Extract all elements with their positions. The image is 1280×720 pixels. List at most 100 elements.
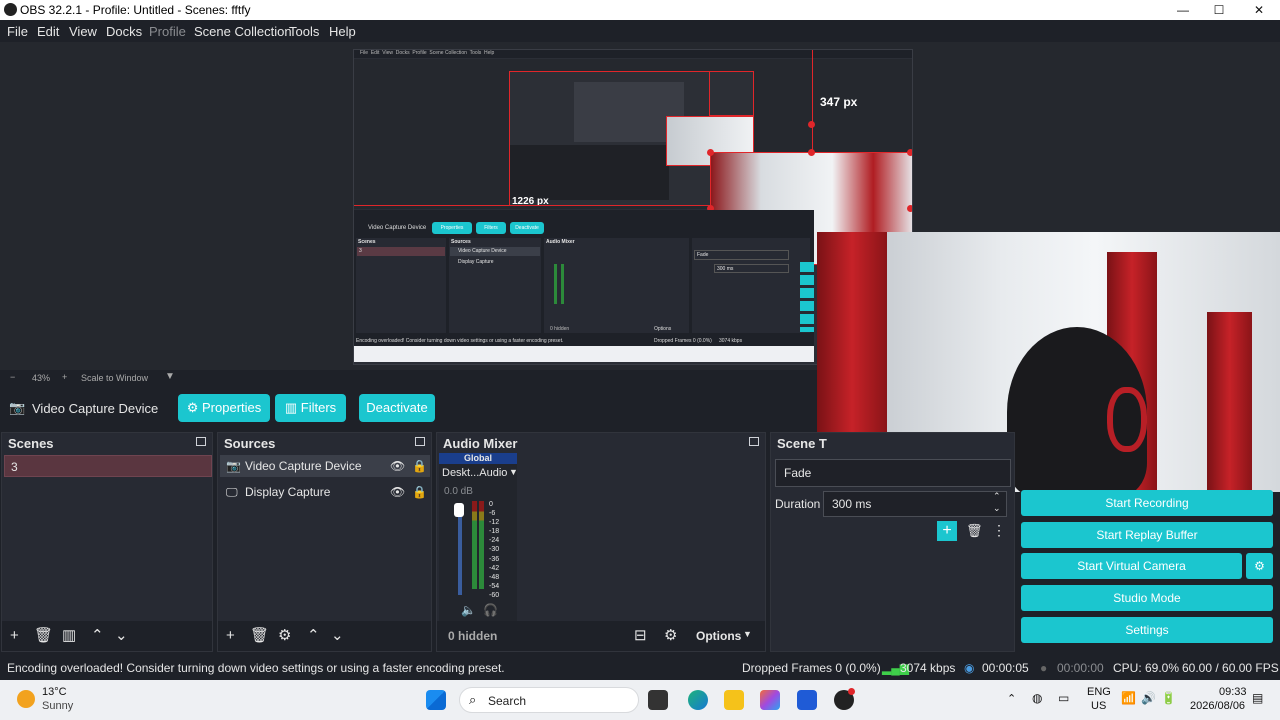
duration-input[interactable]: 300 ms <box>823 491 1007 517</box>
zoom-out-button[interactable]: − <box>10 372 15 382</box>
resize-handle-r[interactable] <box>907 205 912 212</box>
deactivate-button[interactable]: Deactivate <box>359 394 435 422</box>
eye-icon[interactable]: 👁 <box>390 455 405 477</box>
options-button[interactable]: Options <box>696 629 741 643</box>
options-dropdown-icon[interactable]: ▼ <box>743 629 752 639</box>
clock-date[interactable]: 2026/08/06 <box>1190 700 1245 712</box>
nested-taskbar <box>354 346 814 362</box>
scene-item[interactable]: 3 <box>4 455 212 477</box>
scale-30: -30 <box>489 546 500 554</box>
nested-control-buttons <box>800 262 814 332</box>
gear-icon[interactable]: ⚙ <box>278 628 291 643</box>
nested-scene-item: 3 <box>357 247 445 256</box>
file-explorer-icon[interactable] <box>724 690 744 710</box>
windows-start-icon[interactable] <box>426 690 446 710</box>
trash-icon[interactable]: 🗑 <box>250 628 269 643</box>
notification-icon[interactable]: ▤ <box>1252 691 1263 705</box>
bitrate: 3074 kbps <box>900 661 956 675</box>
start-recording-button[interactable]: Start Recording <box>1021 490 1273 516</box>
undock-icon[interactable] <box>749 437 759 446</box>
zoom-in-button[interactable]: + <box>62 372 67 382</box>
start-replay-buffer-button[interactable]: Start Replay Buffer <box>1021 522 1273 548</box>
move-down-icon[interactable]: ⌄ <box>115 628 128 643</box>
weather-temp[interactable]: 13°C <box>42 686 67 698</box>
add-icon[interactable]: + <box>10 628 19 643</box>
start-virtual-camera-button[interactable]: Start Virtual Camera <box>1021 553 1242 579</box>
eye-icon[interactable]: 👁 <box>390 481 405 503</box>
menu-edit[interactable]: Edit <box>37 24 59 39</box>
lock-icon[interactable]: 🔒 <box>412 455 427 477</box>
volume-icon[interactable]: 🔊 <box>1141 691 1156 705</box>
trash-icon[interactable]: 🗑 <box>966 523 983 539</box>
scale-dropdown-icon[interactable]: ▼ <box>165 371 175 382</box>
menu-tools[interactable]: Tools <box>289 24 319 39</box>
headphone-monitor-icon[interactable]: 🎧 <box>483 603 498 617</box>
weather-desc[interactable]: Sunny <box>42 700 73 712</box>
settings-button[interactable]: Settings <box>1021 617 1273 643</box>
scale-60: -60 <box>489 591 500 599</box>
menu-scene-collection[interactable]: Scene Collection <box>194 24 292 39</box>
layout-icon[interactable]: ⊟ <box>634 628 647 643</box>
clock-time[interactable]: 09:33 <box>1219 686 1247 698</box>
menu-view[interactable]: View <box>69 24 97 39</box>
network-tray-icon[interactable]: ◍ <box>1032 691 1042 705</box>
add-transition-button[interactable]: + <box>937 521 957 541</box>
app-icon[interactable] <box>797 690 817 710</box>
more-icon[interactable]: ⋮ <box>992 522 1006 539</box>
global-badge: Global <box>439 453 517 464</box>
taskbar-search[interactable]: ⌕ Search <box>459 687 639 713</box>
duration-stepper-down[interactable]: ⌄ <box>993 503 1001 514</box>
nested-red-small <box>709 71 754 116</box>
transition-select[interactable]: Fade <box>775 459 1011 487</box>
menu-help[interactable]: Help <box>329 24 356 39</box>
language-region[interactable]: US <box>1091 700 1106 712</box>
battery-icon[interactable]: 🔋 <box>1161 691 1176 705</box>
record-time: 00:00:00 <box>1057 661 1104 675</box>
undock-icon[interactable] <box>415 437 425 446</box>
lock-icon[interactable]: 🔒 <box>412 481 427 503</box>
channel-dropdown-icon[interactable]: ▼ <box>509 467 518 477</box>
search-label: Search <box>488 694 527 708</box>
close-button[interactable]: ✕ <box>1236 0 1280 20</box>
source-item-label: Display Capture <box>245 485 331 499</box>
undock-icon[interactable] <box>196 437 206 446</box>
speaker-icon[interactable]: 🔈 <box>461 603 476 617</box>
virtual-camera-settings-gear-icon[interactable]: ⚙ <box>1246 553 1273 579</box>
audio-footer: 0 hidden ⊟ ⚙ Options ▼ <box>437 621 765 651</box>
scale-18: -18 <box>489 528 500 536</box>
add-icon[interactable]: + <box>226 628 235 643</box>
trash-icon[interactable]: 🗑 <box>34 628 53 643</box>
menu-file[interactable]: File <box>7 24 28 39</box>
language-ime[interactable]: ENG <box>1087 686 1111 698</box>
display-tray-icon[interactable]: ▭ <box>1058 691 1069 705</box>
edge-icon[interactable] <box>688 690 708 710</box>
move-up-icon[interactable]: ⌃ <box>91 628 104 643</box>
source-item-video[interactable]: 📷 Video Capture Device 👁 🔒 <box>220 455 430 477</box>
move-up-icon[interactable]: ⌃ <box>307 628 320 643</box>
scale-12: -12 <box>489 519 500 527</box>
resize-handle-tl[interactable] <box>707 149 714 156</box>
scale-select[interactable]: Scale to Window <box>81 373 148 383</box>
studio-mode-button[interactable]: Studio Mode <box>1021 585 1273 611</box>
nested-audio-title: Audio Mixer <box>546 239 575 245</box>
resize-handle-tr[interactable] <box>907 149 912 156</box>
nested-meter <box>554 264 557 304</box>
sources-title: Sources <box>224 436 276 451</box>
advanced-settings-icon[interactable]: ⚙ <box>664 628 677 643</box>
volume-slider-handle[interactable] <box>454 503 464 517</box>
move-down-icon[interactable]: ⌄ <box>331 628 344 643</box>
copilot-icon[interactable] <box>760 690 780 710</box>
filter-icon[interactable]: ▥ <box>62 628 76 643</box>
channel-name[interactable]: Deskt...Audio <box>442 467 507 479</box>
menu-profile[interactable]: Profile <box>149 24 186 39</box>
chevron-up-icon[interactable]: ⌃ <box>1007 692 1016 705</box>
menu-docks[interactable]: Docks <box>106 24 142 39</box>
properties-button[interactable]: ⚙ Properties <box>178 394 270 422</box>
filters-button[interactable]: ▥ Filters <box>275 394 346 422</box>
zoom-level: 43% <box>32 373 51 383</box>
task-view-icon[interactable] <box>648 690 668 710</box>
duration-stepper-up[interactable]: ⌃ <box>993 491 1001 502</box>
source-item-display[interactable]: 🖵 Display Capture 👁 🔒 <box>220 481 430 503</box>
nested-hidden: 0 hidden <box>550 326 570 332</box>
wifi-icon[interactable]: 📶 <box>1121 691 1136 705</box>
